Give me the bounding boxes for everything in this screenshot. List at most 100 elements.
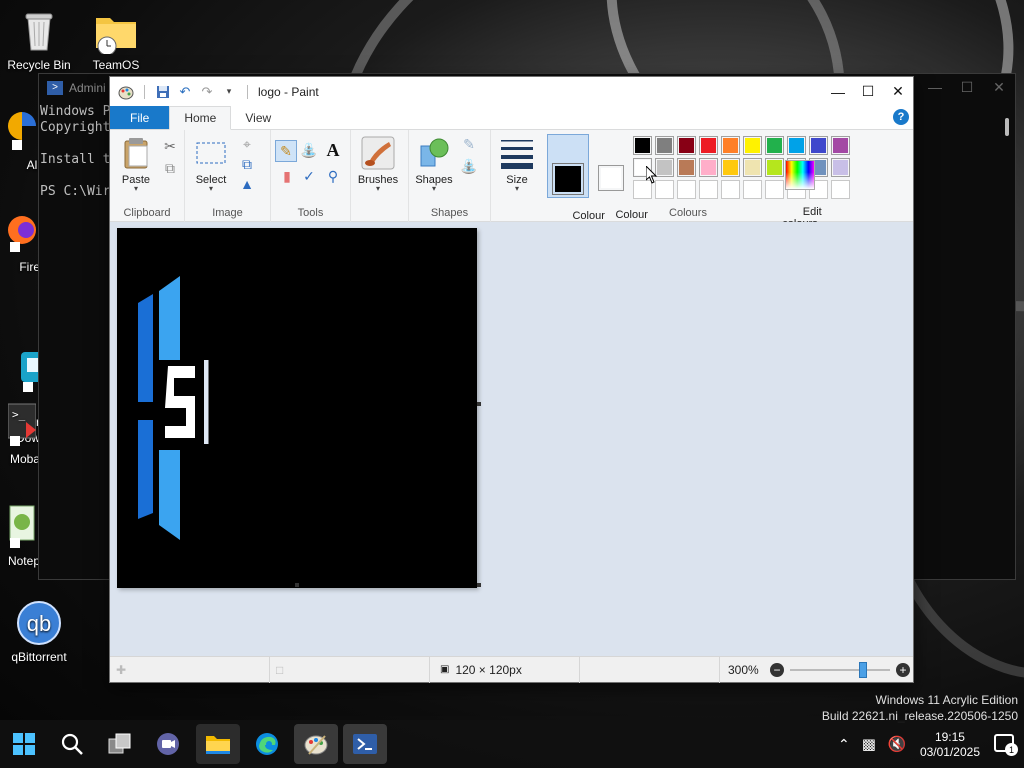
desktop-icon-firefox[interactable]: Fire bbox=[0, 210, 40, 274]
colour-swatch[interactable] bbox=[721, 158, 740, 177]
recycle-bin-icon bbox=[16, 8, 62, 54]
paint-icon bbox=[304, 735, 328, 755]
tab-file[interactable]: File bbox=[110, 106, 170, 129]
select-button[interactable]: Select ▾ bbox=[191, 136, 231, 193]
colour-swatch[interactable] bbox=[699, 136, 718, 155]
edge-button[interactable] bbox=[245, 724, 289, 764]
resize-handle[interactable] bbox=[477, 583, 481, 587]
volume-muted-icon[interactable]: 🔇 bbox=[888, 735, 907, 753]
minimize-icon[interactable]: — bbox=[919, 74, 951, 100]
resize-handle[interactable] bbox=[295, 583, 299, 587]
close-icon[interactable]: ✕ bbox=[983, 74, 1015, 100]
custom-colour-slot[interactable] bbox=[721, 180, 740, 199]
colour-swatch[interactable] bbox=[699, 158, 718, 177]
desktop-icon-mobaxterm[interactable]: >_ Moba bbox=[0, 402, 40, 466]
resize-handle[interactable] bbox=[477, 402, 481, 406]
colour-1-button[interactable]: Colour 1 bbox=[547, 134, 605, 234]
desktop-icon-label: Recycle Bin bbox=[7, 58, 71, 72]
colour-swatch[interactable] bbox=[831, 136, 850, 155]
paint-titlebar[interactable]: ↶ ↷ ▾ logo - Paint — ☐ ✕ bbox=[110, 77, 913, 106]
minimize-button[interactable]: — bbox=[823, 77, 853, 106]
shapes-button[interactable]: Shapes ▾ bbox=[411, 136, 457, 193]
outline-icon[interactable]: ✎ bbox=[459, 134, 479, 154]
custom-colour-slot[interactable] bbox=[677, 180, 696, 199]
crop-icon[interactable]: ⌖ bbox=[237, 134, 257, 154]
colour-2-button[interactable]: Colour 2 bbox=[591, 134, 648, 233]
help-button[interactable]: ? bbox=[893, 109, 909, 125]
tab-home[interactable]: Home bbox=[169, 106, 232, 130]
powershell-taskbar-button[interactable] bbox=[343, 724, 387, 764]
colour-picker-icon[interactable]: ✓ bbox=[299, 166, 319, 186]
desktop-icon-notepad[interactable]: Notep bbox=[0, 504, 40, 568]
teams-chat-button[interactable] bbox=[146, 724, 190, 764]
colour-swatch[interactable] bbox=[677, 136, 696, 155]
logo-image bbox=[117, 228, 477, 588]
rotate-icon[interactable]: ▲ bbox=[237, 174, 257, 194]
maximize-icon[interactable]: ☐ bbox=[951, 74, 983, 100]
desktop-icon-recycle-bin[interactable]: Recycle Bin bbox=[0, 8, 78, 72]
paint-taskbar-button[interactable] bbox=[294, 724, 338, 764]
firefox-icon bbox=[8, 210, 36, 256]
custom-colour-slot[interactable] bbox=[831, 180, 850, 199]
colour-swatch[interactable] bbox=[655, 136, 674, 155]
colour-swatch[interactable] bbox=[831, 158, 850, 177]
group-clipboard: Paste ▾ ✂ ⧉ Clipboard bbox=[110, 130, 185, 222]
eraser-icon[interactable]: ▮ bbox=[277, 166, 297, 186]
group-shapes: Shapes ▾ ✎ ⛲ Shapes bbox=[409, 130, 491, 222]
colour-swatch[interactable] bbox=[743, 158, 762, 177]
custom-colour-slot[interactable] bbox=[699, 180, 718, 199]
notification-button[interactable]: 1 bbox=[994, 734, 1018, 756]
zoom-slider-thumb[interactable] bbox=[859, 661, 867, 678]
colour-swatch[interactable] bbox=[677, 158, 696, 177]
brushes-button[interactable]: Brushes ▾ bbox=[353, 136, 403, 193]
customize-quick-access-icon[interactable]: ▾ bbox=[221, 84, 237, 100]
cut-icon[interactable]: ✂ bbox=[160, 136, 180, 156]
colour-swatch[interactable] bbox=[743, 136, 762, 155]
toolbar-separator bbox=[144, 84, 145, 99]
desktop-icon-qbittorrent[interactable]: qb qBittorrent bbox=[0, 600, 78, 664]
selection-size-cell: □ bbox=[270, 656, 430, 683]
fill-icon[interactable]: ⛲ bbox=[299, 140, 319, 160]
desktop-icon-teamos[interactable]: TeamOS bbox=[77, 8, 155, 72]
group-label: Tools bbox=[297, 207, 324, 219]
copy-icon[interactable]: ⧉ bbox=[160, 158, 180, 178]
save-icon[interactable] bbox=[155, 84, 171, 100]
terminal-scrollbar[interactable] bbox=[1005, 118, 1009, 136]
clock[interactable]: 19:15 03/01/2025 bbox=[920, 730, 980, 760]
desktop-icon-all[interactable]: All bbox=[0, 108, 40, 172]
drawing-canvas[interactable] bbox=[117, 228, 477, 588]
magnifier-icon[interactable]: ⚲ bbox=[323, 166, 343, 186]
desktop-icon-label: TeamOS bbox=[92, 58, 140, 72]
task-view-button[interactable] bbox=[98, 724, 142, 764]
close-button[interactable]: ✕ bbox=[883, 77, 913, 106]
group-label: Colours bbox=[669, 207, 707, 219]
maximize-button[interactable]: ☐ bbox=[853, 77, 883, 106]
text-icon[interactable]: A bbox=[323, 140, 343, 160]
windows-logo-icon bbox=[13, 733, 35, 755]
size-button[interactable]: Size ▾ bbox=[497, 136, 537, 193]
canvas-area[interactable] bbox=[110, 222, 913, 656]
colour-2-fill bbox=[601, 168, 621, 188]
shape-fill-icon[interactable]: ⛲ bbox=[459, 156, 479, 176]
zoom-slider[interactable] bbox=[790, 661, 890, 678]
pencil-icon[interactable]: ✎ bbox=[275, 140, 297, 162]
search-button[interactable] bbox=[50, 724, 94, 764]
paste-button[interactable]: Paste ▾ bbox=[116, 136, 156, 193]
paint-window[interactable]: ↶ ↷ ▾ logo - Paint — ☐ ✕ File Home View … bbox=[109, 76, 914, 683]
redo-icon[interactable]: ↷ bbox=[199, 84, 215, 100]
chevron-up-icon[interactable]: ⌃ bbox=[838, 736, 850, 753]
zoom-out-button[interactable]: − bbox=[770, 662, 784, 677]
svg-text:>_: >_ bbox=[12, 408, 26, 421]
tab-view[interactable]: View bbox=[231, 106, 285, 129]
resize-icon[interactable]: ⧉ bbox=[237, 154, 257, 174]
colour-swatch[interactable] bbox=[633, 136, 652, 155]
custom-colour-slot[interactable] bbox=[743, 180, 762, 199]
colour-swatch[interactable] bbox=[721, 136, 740, 155]
start-button[interactable] bbox=[2, 724, 46, 764]
zoom-in-button[interactable]: + bbox=[896, 662, 910, 677]
folder-icon bbox=[93, 8, 139, 56]
file-explorer-button[interactable] bbox=[196, 724, 240, 764]
image-size-cell: ▣ 120 × 120px bbox=[430, 656, 580, 683]
network-icon[interactable]: ▩ bbox=[862, 735, 876, 753]
undo-icon[interactable]: ↶ bbox=[177, 84, 193, 100]
